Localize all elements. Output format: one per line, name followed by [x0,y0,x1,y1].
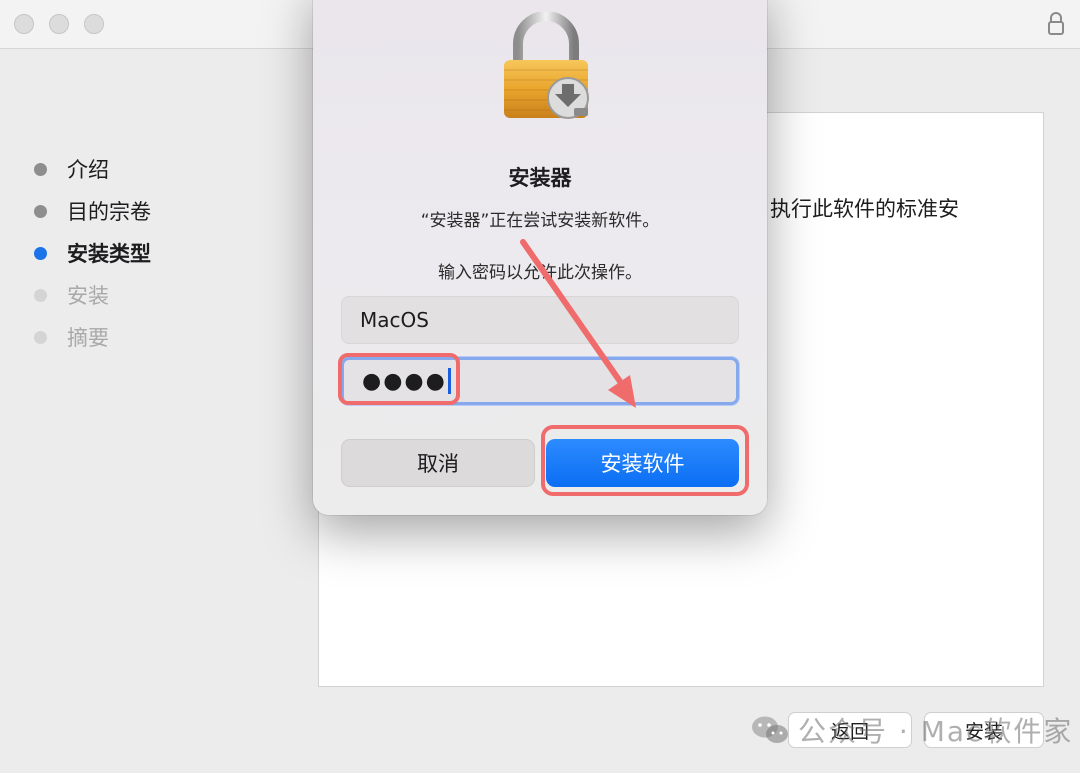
lock-icon[interactable] [1046,11,1066,37]
minimize-window-button[interactable] [49,14,69,34]
step-indicator [34,246,47,260]
username-value: MacOS [360,308,429,332]
step-install-type: 安装类型 [34,232,151,274]
auth-dialog: 安装器 “安装器”正在尝试安装新软件。 输入密码以允许此次操作。 MacOS ●… [313,0,767,515]
annotation-box-install [541,425,749,496]
step-label: 目的宗卷 [67,200,151,224]
wechat-icon [752,716,788,743]
installer-window: 介绍 目的宗卷 安装类型 安装 摘要 执行此软件的标准安 返回 安装 公众号 ·… [0,0,1080,773]
step-destination: 目的宗卷 [34,190,151,232]
dialog-message: “安装器”正在尝试安装新软件。 [420,211,660,231]
install-type-description: 执行此软件的标准安 [770,197,959,221]
step-indicator [34,288,47,302]
installer-lock-icon [504,12,589,119]
step-label: 安装 [67,284,109,308]
dialog-title: 安装器 [508,166,572,190]
step-label: 介绍 [67,158,109,182]
step-label: 安装类型 [67,242,151,266]
dialog-prompt: 输入密码以允许此次操作。 [438,263,642,283]
step-installation: 安装 [34,274,151,316]
back-button[interactable]: 返回 [788,712,912,748]
close-window-button[interactable] [14,14,34,34]
zoom-window-button[interactable] [84,14,104,34]
username-field[interactable]: MacOS [341,296,739,344]
step-indicator [34,204,47,218]
installer-steps: 介绍 目的宗卷 安装类型 安装 摘要 [34,148,151,358]
cancel-button[interactable]: 取消 [341,439,535,487]
step-indicator [34,162,47,176]
step-label: 摘要 [67,326,109,350]
step-indicator [34,330,47,344]
annotation-box-password [338,353,460,405]
step-introduction: 介绍 [34,148,151,190]
install-button[interactable]: 安装 [924,712,1044,748]
step-summary: 摘要 [34,316,151,358]
